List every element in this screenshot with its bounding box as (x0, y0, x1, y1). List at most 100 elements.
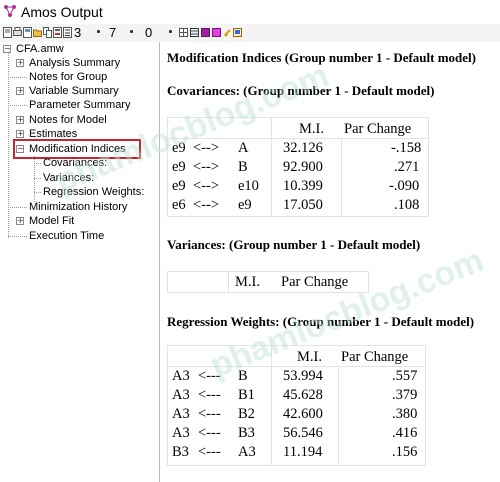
table-cell: 56.546 (283, 425, 323, 441)
table-cell: 11.194 (283, 444, 323, 460)
tree-item-label: Notes for Group (29, 71, 108, 83)
options-icon[interactable] (212, 27, 221, 38)
table-cell: A3 (172, 406, 190, 422)
expand-icon[interactable]: + (16, 59, 24, 67)
table-cell: <--- (198, 444, 221, 460)
tree-item-execution-time[interactable]: Execution Time (8, 229, 105, 243)
variances-table: M.I. Par Change (167, 271, 369, 293)
tree-item-notes-for-group[interactable]: Notes for Group (8, 70, 108, 84)
tree-item-label: Regression Weights: (43, 186, 145, 198)
copy-icon[interactable] (43, 27, 52, 38)
table-cell: -.158 (391, 140, 422, 156)
table-cell: 42.600 (283, 406, 323, 422)
tree-item-label: Variable Summary (29, 85, 119, 97)
table-cell: B1 (238, 387, 255, 403)
table-cell: .379 (392, 387, 418, 403)
table-cell: e9 (172, 159, 186, 175)
column-header-mi: M.I. (299, 121, 324, 137)
tree-item-minimization-history[interactable]: Minimization History (8, 200, 128, 214)
navigation-tree: − CFA.amw + Analysis Summary Notes for G… (0, 42, 160, 482)
grid-view-icon[interactable] (190, 27, 199, 38)
decimals-value-a[interactable]: 3 (74, 24, 81, 41)
tree-connector (34, 192, 41, 193)
tree-root-label: CFA.amw (16, 43, 64, 55)
table-cell: .416 (392, 425, 418, 441)
collapse-icon[interactable]: − (3, 45, 11, 53)
tree-view-icon[interactable] (201, 27, 210, 38)
table-cell: 45.628 (283, 387, 323, 403)
output-content: Modification Indices (Group number 1 - D… (161, 42, 500, 482)
table-cell: <--> (193, 159, 220, 175)
tree-item-variances[interactable]: Variances: (34, 171, 95, 185)
page-title: Modification Indices (Group number 1 - D… (167, 50, 476, 65)
tree-item-label: Execution Time (29, 230, 105, 242)
help-icon[interactable] (223, 27, 232, 38)
table-cell: A3 (172, 387, 190, 403)
expand-icon[interactable]: + (16, 87, 24, 95)
tree-item-covariances[interactable]: Covariances: (34, 156, 107, 170)
tree-connector (8, 53, 9, 238)
table-cell: .271 (394, 159, 420, 175)
table-cell: -.090 (389, 178, 420, 194)
tree-item-label: Minimization History (29, 201, 128, 213)
table-cell: 92.900 (283, 159, 323, 175)
tree-item-label: Model Fit (29, 215, 75, 227)
table-cell: 17.050 (283, 197, 323, 213)
table-cell: e10 (238, 178, 259, 194)
view-text-icon[interactable] (53, 27, 62, 38)
table-cell: e9 (238, 197, 252, 213)
regression-weights-table: M.I. Par Change A3 <--- B 53.994 .557 A3… (167, 345, 426, 466)
regression-weights-title: Regression Weights: (Group number 1 - De… (167, 314, 475, 329)
tree-connector (8, 207, 27, 208)
tree-item-regression-weights[interactable]: Regression Weights: (34, 185, 145, 199)
column-header-par-change: Par Change (341, 349, 409, 365)
table-cell: 53.994 (283, 368, 323, 384)
window-title: Amos Output (21, 4, 103, 20)
column-header-par-change: Par Change (281, 274, 349, 290)
title-bar: Amos Output (0, 0, 500, 24)
decimals-value-b[interactable]: 7 (109, 24, 116, 41)
table-cell: <--- (198, 406, 221, 422)
expand-icon[interactable]: + (16, 130, 24, 138)
tree-item-label: Notes for Model (29, 114, 107, 126)
table-view-icon[interactable] (179, 27, 188, 38)
table-cell: 32.126 (283, 140, 323, 156)
export-icon[interactable] (233, 27, 242, 38)
table-cell: e6 (172, 197, 186, 213)
table-cell: e9 (172, 178, 186, 194)
toolbar-separator (169, 30, 172, 33)
table-cell: .557 (392, 368, 418, 384)
table-cell: <--- (198, 387, 221, 403)
tree-item-label: Parameter Summary (29, 99, 131, 111)
print-icon[interactable] (13, 27, 22, 38)
tree-item-label: Variances: (43, 172, 95, 184)
print-preview-icon[interactable] (3, 27, 12, 38)
table-cell: B2 (238, 406, 255, 422)
toolbar: 3 7 0 (0, 24, 500, 42)
covariances-title: Covariances: (Group number 1 - Default m… (167, 83, 435, 98)
table-cell: .156 (392, 444, 418, 460)
open-icon[interactable] (33, 27, 42, 38)
table-cell: A3 (238, 444, 256, 460)
tree-connector (8, 77, 27, 78)
table-cell: 10.399 (283, 178, 323, 194)
table-cell: B3 (172, 444, 189, 460)
tree-connector (34, 178, 41, 179)
tree-item-label: Analysis Summary (29, 57, 121, 69)
decimals-value-c[interactable]: 0 (145, 24, 152, 41)
page-setup-icon[interactable] (23, 27, 32, 38)
column-header-mi: M.I. (297, 349, 322, 365)
table-cell: A (238, 140, 249, 156)
table-cell: B (238, 368, 248, 384)
tree-connector (8, 105, 27, 106)
table-cell: <--> (193, 197, 220, 213)
table-cell: A3 (172, 425, 190, 441)
expand-icon[interactable]: + (16, 116, 24, 124)
expand-icon[interactable]: + (16, 217, 24, 225)
table-cell: e9 (172, 140, 186, 156)
decimals-icon[interactable] (63, 27, 72, 38)
toolbar-separator (97, 30, 100, 33)
tree-item-parameter-summary[interactable]: Parameter Summary (8, 98, 131, 112)
toolbar-separator (130, 30, 133, 33)
table-cell: B (238, 159, 248, 175)
